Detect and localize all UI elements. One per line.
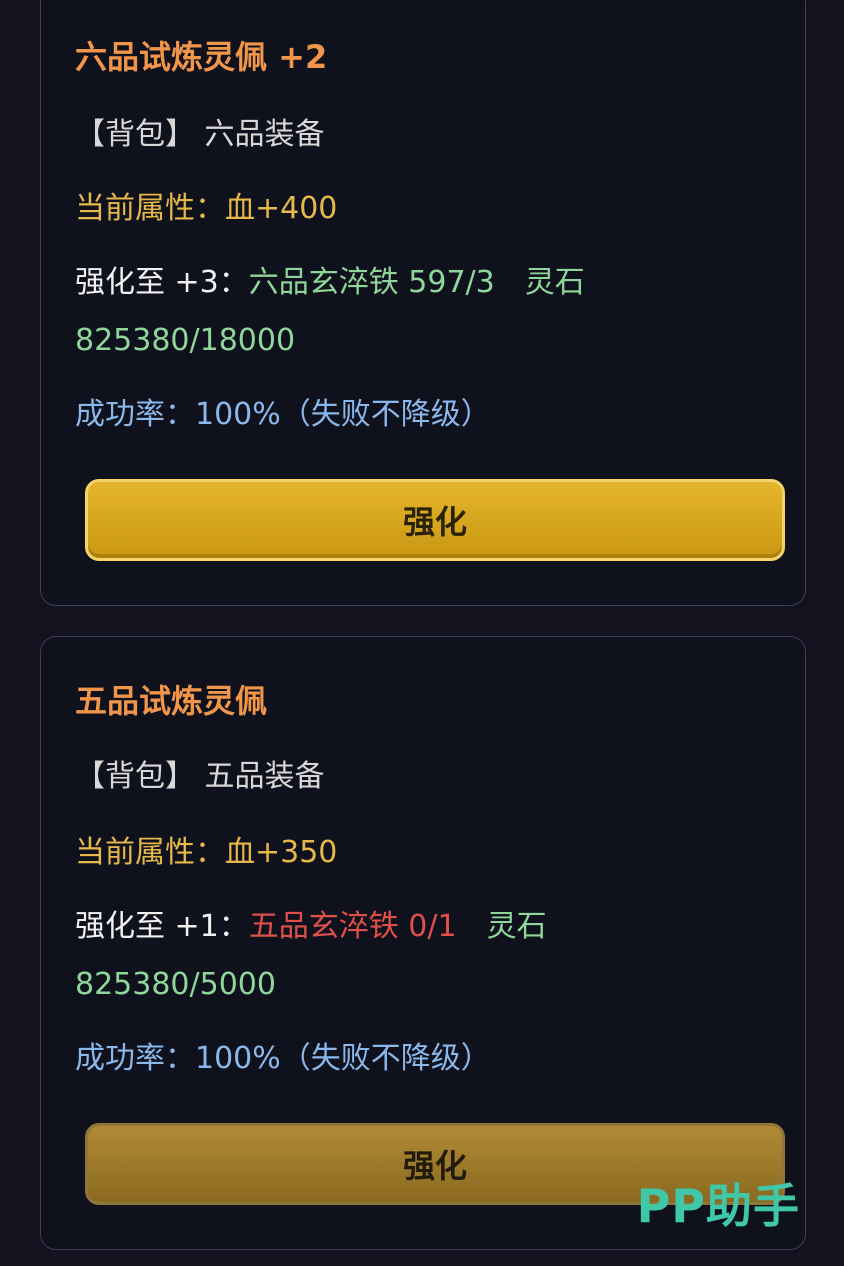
bag-label: 【背包】 bbox=[75, 759, 195, 794]
current-attribute: 当前属性：血+350 bbox=[75, 833, 337, 873]
rate-label: 成功率： bbox=[75, 1041, 195, 1076]
rate-value: 100%（失败不降级） bbox=[195, 397, 491, 432]
attr-value: 血+350 bbox=[225, 835, 338, 870]
upgrade-requirement: 强化至 +1：五品玄淬铁 0/1 灵石 bbox=[75, 907, 547, 947]
rate-value: 100%（失败不降级） bbox=[195, 1041, 491, 1076]
watermark-logo: PP助手 bbox=[636, 1179, 800, 1233]
attr-value: 血+400 bbox=[225, 191, 338, 226]
bag-type: 六品装备 bbox=[204, 117, 325, 152]
stone-label: 灵石 bbox=[524, 265, 585, 300]
upgrade-label: 强化至 +1： bbox=[75, 909, 249, 944]
attr-label: 当前属性： bbox=[75, 835, 225, 870]
bag-info: 【背包】 五品装备 bbox=[75, 757, 325, 797]
material-requirement: 五品玄淬铁 0/1 bbox=[248, 909, 457, 944]
upgrade-requirement: 强化至 +3：六品玄淬铁 597/3 灵石 bbox=[75, 263, 585, 303]
item-title: 五品试炼灵佩 bbox=[75, 682, 268, 720]
stone-requirement: 825380/18000 bbox=[75, 323, 296, 358]
equipment-card-1: 六品试炼灵佩 +2 【背包】 六品装备 当前属性：血+400 强化至 +3：六品… bbox=[40, 0, 806, 606]
stone-requirement: 825380/5000 bbox=[75, 967, 276, 1002]
attr-label: 当前属性： bbox=[75, 191, 225, 226]
bag-info: 【背包】 六品装备 bbox=[75, 115, 325, 155]
equipment-card-2: 五品试炼灵佩 【背包】 五品装备 当前属性：血+350 强化至 +1：五品玄淬铁… bbox=[40, 636, 806, 1250]
stone-label: 灵石 bbox=[486, 909, 547, 944]
bag-type: 五品装备 bbox=[204, 759, 325, 794]
current-attribute: 当前属性：血+400 bbox=[75, 189, 337, 229]
success-rate: 成功率：100%（失败不降级） bbox=[75, 395, 491, 435]
bag-label: 【背包】 bbox=[75, 117, 195, 152]
enhance-button[interactable]: 强化 bbox=[85, 479, 785, 561]
item-title: 六品试炼灵佩 +2 bbox=[75, 38, 328, 76]
material-requirement: 六品玄淬铁 597/3 bbox=[248, 265, 495, 300]
success-rate: 成功率：100%（失败不降级） bbox=[75, 1039, 491, 1079]
rate-label: 成功率： bbox=[75, 397, 195, 432]
upgrade-label: 强化至 +3： bbox=[75, 265, 249, 300]
